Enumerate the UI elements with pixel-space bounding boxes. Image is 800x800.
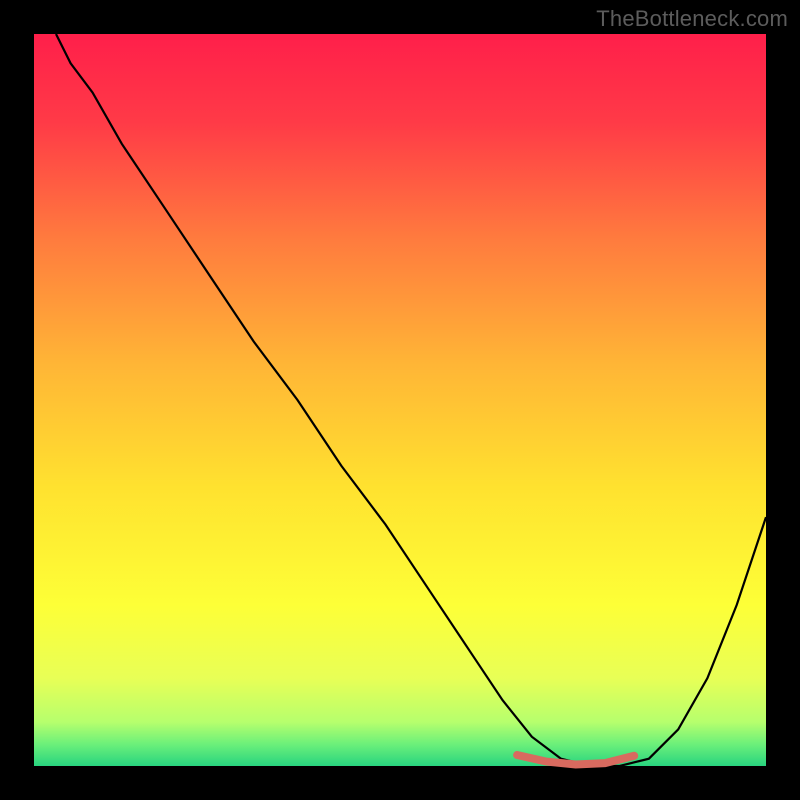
chart-frame: TheBottleneck.com [0,0,800,800]
watermark-label: TheBottleneck.com [596,6,788,32]
plot-background [34,34,766,766]
bottleneck-chart [0,0,800,800]
